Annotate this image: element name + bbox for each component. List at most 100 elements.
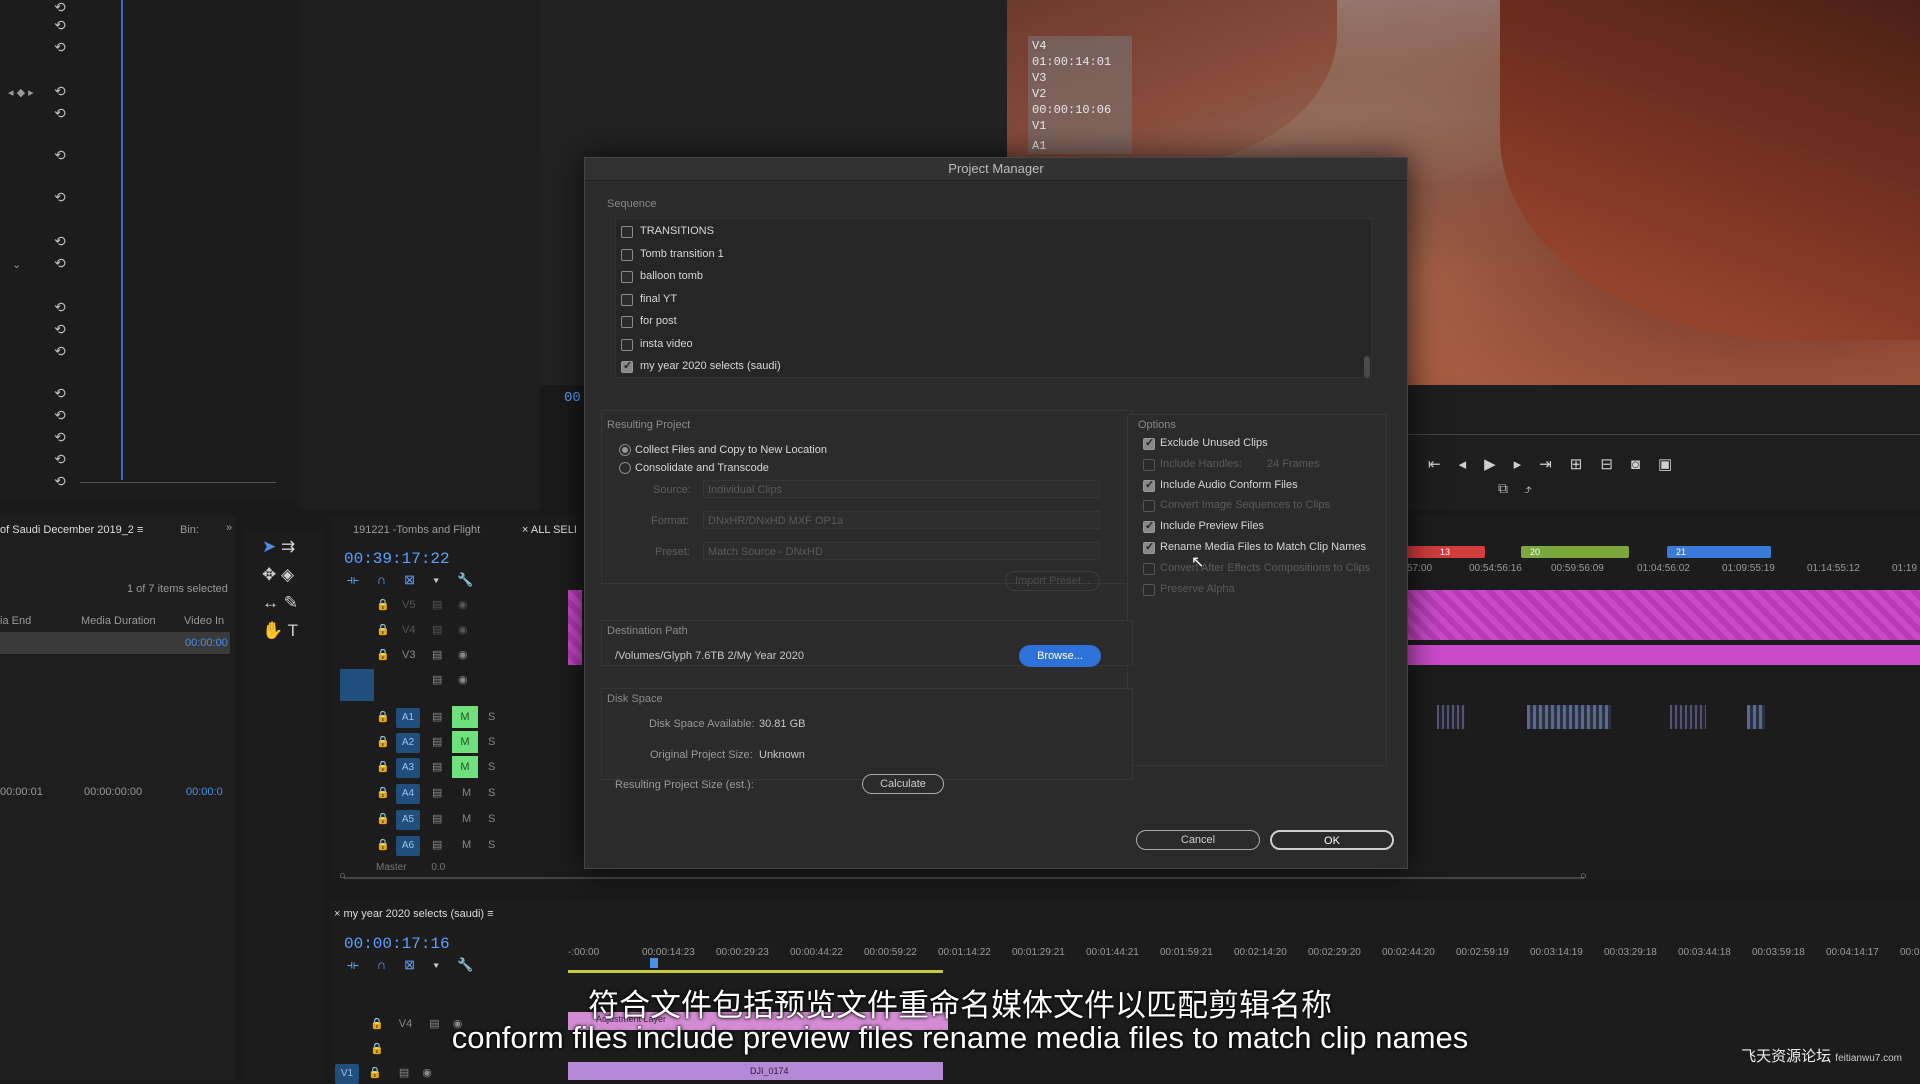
lock-icon[interactable]: 🔒 (376, 648, 390, 661)
clip-v2[interactable] (1407, 645, 1920, 665)
sequence-checkbox[interactable] (621, 316, 633, 328)
reset-icon[interactable]: ⟲ (54, 148, 68, 162)
mute-button[interactable]: M (462, 839, 471, 851)
lock-icon[interactable]: 🔒 (376, 598, 390, 611)
format-select[interactable]: DNxHR/DNxHD MXF OP1a (703, 511, 1100, 529)
solo-button[interactable]: S (488, 736, 495, 748)
track-label[interactable]: A6 (396, 836, 420, 856)
reset-icon[interactable]: ⟲ (54, 452, 68, 466)
razor-icon[interactable]: ◈ (281, 565, 294, 584)
lock-icon[interactable]: 🔒 (376, 710, 390, 723)
pen-tool-icon[interactable]: ✎ (284, 593, 298, 612)
film-icon[interactable]: ▤ (432, 648, 442, 661)
track-label[interactable]: A1 (396, 708, 420, 728)
reset-icon[interactable]: ⟲ (54, 408, 68, 422)
solo-button[interactable]: S (488, 813, 495, 825)
mute-button[interactable]: M (452, 731, 478, 753)
option-checkbox[interactable] (1143, 436, 1155, 450)
sequence-checkbox[interactable] (621, 338, 633, 351)
lower-playhead[interactable] (650, 958, 658, 968)
go-to-out-icon[interactable]: ⇥ (1539, 456, 1570, 473)
browse-button[interactable]: Browse... (1019, 645, 1101, 667)
option-checkbox[interactable] (1143, 500, 1155, 513)
consolidate-radio[interactable] (619, 462, 631, 474)
menu-icon[interactable]: ≡ (137, 524, 143, 536)
track-label[interactable]: A3 (396, 758, 420, 778)
option-checkbox[interactable] (1143, 562, 1155, 575)
solo-button[interactable]: S (488, 711, 495, 723)
reset-icon[interactable]: ⟲ (54, 40, 68, 54)
reset-icon[interactable]: ⟲ (54, 234, 68, 248)
hand-tool-icon[interactable]: ✋ (262, 621, 283, 640)
calculate-button[interactable]: Calculate (862, 774, 944, 794)
reset-icon[interactable]: ⟲ (54, 430, 68, 444)
effect-scrollbar[interactable] (80, 482, 276, 489)
mic-icon[interactable]: ▤ (432, 710, 442, 723)
go-to-in-icon[interactable]: ⇤ (1428, 456, 1459, 473)
chevron-down-icon[interactable]: ⌄ (12, 258, 21, 271)
option-checkbox[interactable] (1143, 458, 1155, 471)
sequence-checkbox[interactable] (621, 271, 633, 283)
linked-selection-icon[interactable]: ⊠ (404, 572, 433, 587)
import-preset-button[interactable]: Import Preset... (1005, 571, 1100, 591)
eye-icon[interactable]: ◉ (458, 598, 468, 611)
clip-v3-left[interactable] (568, 590, 582, 665)
lock-icon[interactable]: 🔒 (376, 812, 390, 825)
nest-icon[interactable]: ⟛ (347, 572, 377, 587)
reset-icon[interactable]: ⟲ (54, 18, 68, 32)
mute-button[interactable]: M (452, 756, 478, 778)
col-media-duration[interactable]: Media Duration (81, 615, 156, 627)
export-frame-icon[interactable]: ⧉ (1498, 480, 1524, 496)
mute-button[interactable]: M (452, 706, 478, 728)
reset-icon[interactable]: ⟲ (54, 0, 68, 14)
solo-button[interactable]: S (488, 787, 495, 799)
option-checkbox[interactable] (1143, 540, 1155, 554)
track-select-icon[interactable]: ⇉ (281, 537, 295, 556)
scroll-handle-right[interactable]: ○ (1580, 870, 1587, 882)
mic-icon[interactable]: ▤ (432, 812, 442, 825)
timeline-tab-2[interactable]: × ALL SELI (522, 524, 577, 536)
mute-button[interactable]: M (462, 813, 471, 825)
sequence-checkbox[interactable] (621, 248, 633, 261)
wrench-icon[interactable]: 🔧 (457, 957, 491, 972)
eye-icon[interactable]: ◉ (458, 673, 468, 686)
timeline-tab-1[interactable]: 191221 -Tombs and Flight (353, 524, 480, 536)
option-checkbox[interactable] (1143, 478, 1155, 492)
extract-icon[interactable]: ⊟ (1600, 456, 1631, 473)
mic-icon[interactable]: ▤ (432, 735, 442, 748)
col-video-in[interactable]: Video In (184, 615, 224, 627)
mic-icon[interactable]: ▤ (432, 760, 442, 773)
preset-select[interactable]: Match Source - DNxHD (703, 542, 1100, 560)
linked-selection-icon[interactable]: ⊠ (404, 957, 433, 972)
selection-tool-icon[interactable]: ➤ (262, 537, 276, 556)
eye-icon[interactable]: ◉ (422, 1067, 432, 1079)
lock-icon[interactable]: 🔒 (368, 1067, 382, 1079)
camera-icon[interactable]: ◙ (1631, 456, 1658, 473)
play-icon[interactable]: ▶ (1484, 456, 1514, 473)
lock-icon[interactable]: 🔒 (376, 838, 390, 851)
clip-v3[interactable] (1407, 590, 1920, 640)
col-media-end[interactable]: ia End (0, 615, 31, 627)
reset-icon[interactable]: ⟲ (54, 300, 68, 314)
lock-icon[interactable]: 🔒 (376, 760, 390, 773)
button-editor-icon[interactable]: ▣ (1658, 456, 1690, 473)
snap-icon[interactable]: ∩ (377, 957, 404, 972)
expand-panels-icon[interactable]: » (226, 522, 232, 534)
film-icon[interactable]: ▤ (399, 1067, 409, 1079)
wrench-icon[interactable]: 🔧 (457, 572, 491, 587)
upper-timeline-scrollbar[interactable] (344, 877, 1584, 879)
track-label[interactable]: A5 (396, 810, 420, 830)
reset-icon[interactable]: ⟲ (54, 84, 68, 98)
sequence-checkbox[interactable] (621, 226, 633, 238)
reset-icon[interactable]: ⟲ (54, 106, 68, 120)
film-icon[interactable]: ▤ (432, 673, 442, 686)
lock-icon[interactable]: 🔒 (376, 623, 390, 636)
lower-timecode[interactable]: 00:00:17:16 (344, 935, 450, 953)
track-label[interactable]: A2 (396, 733, 420, 753)
reset-icon[interactable]: ⟲ (54, 386, 68, 400)
solo-button[interactable]: S (488, 839, 495, 851)
film-icon[interactable]: ▤ (432, 598, 442, 611)
snap-icon[interactable]: ∩ (377, 572, 404, 587)
eye-icon[interactable]: ◉ (458, 623, 468, 636)
source-select[interactable]: Individual Clips (703, 480, 1100, 498)
